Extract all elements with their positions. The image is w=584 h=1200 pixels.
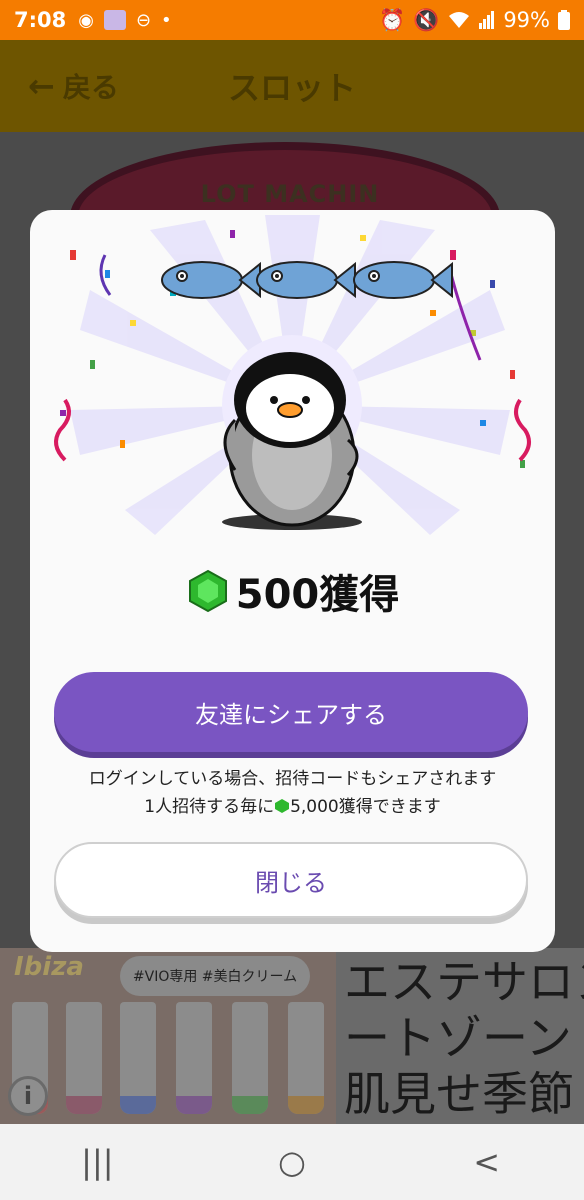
product-tube — [288, 1002, 324, 1114]
gem-icon — [188, 569, 227, 613]
signal-icon — [479, 11, 495, 29]
info-icon[interactable]: i — [8, 1076, 48, 1116]
mute-icon: 🔇 — [413, 7, 440, 32]
dot-icon: • — [161, 9, 172, 31]
invite-note-line1: ログインしている場合、招待コードもシェアされます — [88, 769, 497, 789]
battery-icon — [558, 10, 570, 30]
product-tube — [232, 1002, 268, 1114]
ad-banner[interactable]: Ibiza #VIO専用 #美白クリーム i エステサロン ートゾーン 肌見せ季… — [0, 948, 584, 1124]
invite-note-prefix: 1人招待する毎に — [144, 797, 275, 817]
ad-tags: #VIO専用 #美白クリーム — [120, 956, 310, 996]
app-bar: ← 戻る スロット — [0, 40, 584, 132]
wifi-icon — [449, 12, 470, 28]
reward-illustration — [54, 215, 531, 535]
ad-headline-line: エステサロン — [344, 955, 584, 1009]
dnd-icon: ⊖ — [135, 9, 152, 31]
product-tube — [176, 1002, 212, 1114]
ad-headline: エステサロン ートゾーン 肌見せ季節 — [344, 954, 584, 1122]
recent-apps-button[interactable]: ||| — [57, 1143, 137, 1181]
product-tube — [66, 1002, 102, 1114]
ad-image: Ibiza #VIO専用 #美白クリーム i — [0, 948, 336, 1124]
fish-icon — [161, 261, 453, 299]
reward-modal: 500獲得 友達にシェアする ログインしている場合、招待コードもシェアされます … — [30, 210, 555, 952]
status-time: 7:08 — [14, 8, 67, 32]
app-icon — [103, 10, 126, 30]
close-button[interactable]: 閉じる — [54, 842, 528, 918]
arrow-left-icon: ← — [28, 67, 55, 105]
product-tube — [120, 1002, 156, 1114]
nav-back-button[interactable]: < — [447, 1143, 527, 1181]
eye-icon: ◉ — [78, 9, 94, 31]
reward-row: 500獲得 — [30, 562, 555, 620]
status-bar: 7:08 ◉ ⊖ • ⏰ 🔇 99% — [0, 0, 584, 40]
home-button[interactable]: ○ — [252, 1143, 332, 1181]
gem-icon — [275, 799, 290, 813]
back-button[interactable]: ← 戻る — [28, 66, 119, 106]
alarm-icon: ⏰ — [379, 7, 406, 32]
ad-brand: Ibiza — [14, 952, 84, 982]
ad-headline-line: ートゾーン — [344, 1011, 572, 1065]
share-with-friends-button[interactable]: 友達にシェアする — [54, 672, 528, 752]
invite-note: ログインしている場合、招待コードもシェアされます 1人招待する毎に 5,000獲得… — [30, 765, 555, 821]
system-nav-bar: ||| ○ < — [0, 1124, 584, 1200]
invite-note-line2: 1人招待する毎に 5,000獲得できます — [30, 793, 555, 821]
invite-note-suffix: 5,000獲得できます — [290, 797, 441, 817]
ad-headline-line: 肌見せ季節 — [344, 1067, 574, 1121]
battery-text: 99% — [503, 8, 550, 32]
slot-sign-text: LOT MACHIN — [200, 180, 380, 208]
reward-amount: 500獲得 — [235, 572, 400, 618]
back-label: 戻る — [62, 71, 119, 104]
